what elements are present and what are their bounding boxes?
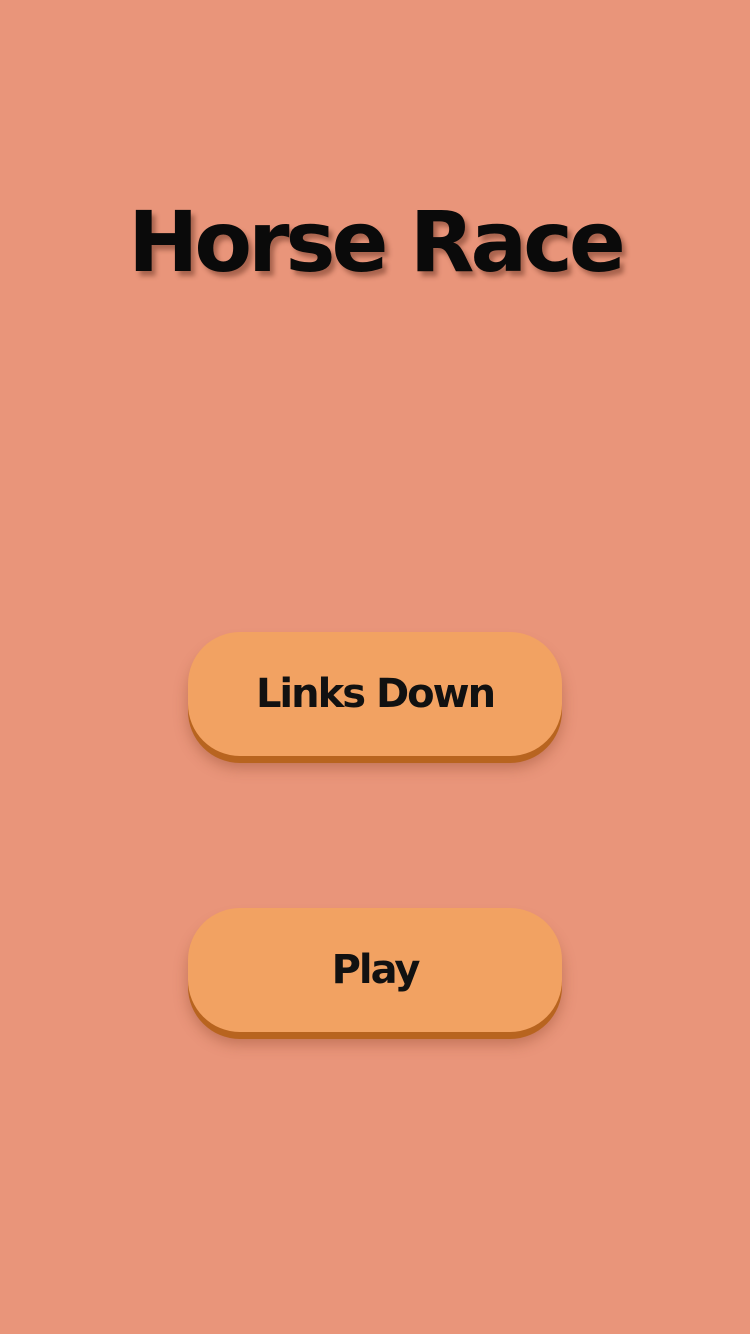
play-button-label: Play bbox=[331, 947, 421, 993]
links-down-button[interactable]: Links Down bbox=[188, 632, 562, 756]
links-down-button-label: Links Down bbox=[255, 671, 496, 717]
main-menu-screen: Horse Race Links Down Play bbox=[0, 0, 750, 1334]
play-button[interactable]: Play bbox=[188, 908, 562, 1032]
game-title: Horse Race bbox=[128, 193, 626, 291]
